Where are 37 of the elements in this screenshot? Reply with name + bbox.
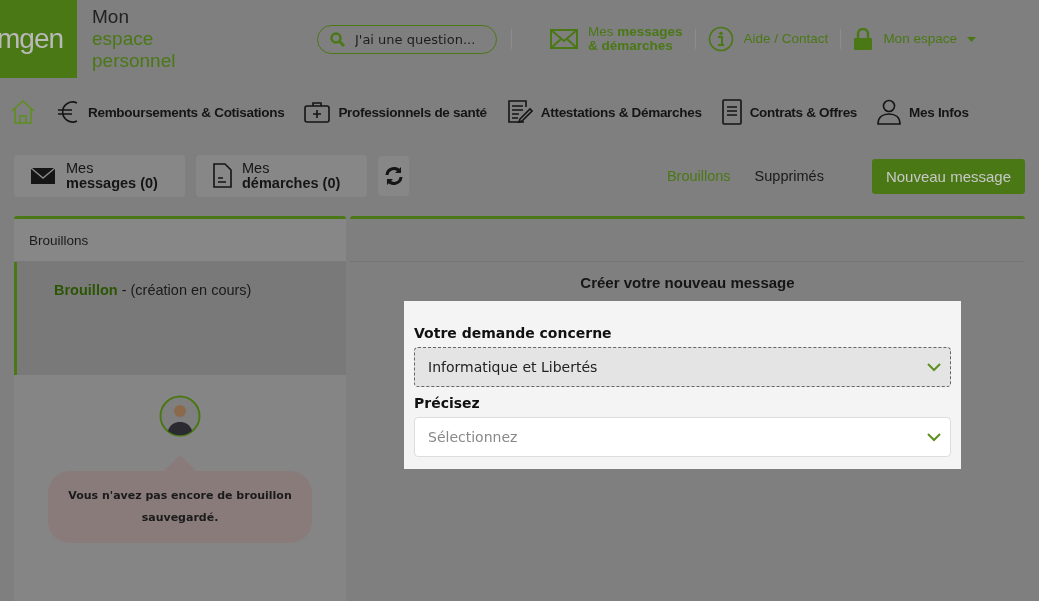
empty-drafts-message: Vous n'avez pas encore de brouillon sauvegardé. bbox=[48, 471, 312, 543]
document-edit-icon bbox=[506, 99, 533, 125]
user-icon bbox=[877, 99, 902, 125]
search-field[interactable]: J'ai une question... bbox=[353, 30, 482, 48]
select-field[interactable]: Sélectionnez bbox=[414, 417, 951, 457]
envelope-icon bbox=[550, 29, 578, 49]
search-icon bbox=[330, 31, 345, 47]
nav-item[interactable]: Professionnels de santé bbox=[304, 101, 487, 123]
mailbox-tab[interactable]: Mes messages (0) bbox=[14, 155, 185, 197]
nav-item[interactable]: Contrats & Offres bbox=[721, 99, 858, 125]
field-label: Votre demande concerne bbox=[414, 325, 613, 341]
select-field[interactable]: Informatique et Libertés bbox=[414, 347, 951, 387]
document-icon bbox=[721, 99, 742, 125]
site-title: personnel bbox=[92, 50, 177, 72]
envelope-icon bbox=[30, 167, 56, 185]
euro-icon bbox=[56, 99, 80, 125]
avatar-icon bbox=[159, 395, 201, 437]
refresh-icon bbox=[383, 166, 404, 186]
field-label: Précisez bbox=[414, 395, 481, 411]
medical-kit-icon bbox=[304, 101, 331, 123]
home-icon bbox=[10, 99, 36, 125]
site-title: Mon bbox=[92, 6, 130, 28]
compose-title: Créer votre nouveau message bbox=[579, 274, 796, 291]
chevron-down-icon bbox=[927, 362, 941, 372]
nav-item[interactable]: Remboursements & Cotisations bbox=[56, 99, 285, 125]
lock-icon bbox=[853, 28, 874, 50]
info-icon bbox=[707, 26, 734, 52]
site-title: espace bbox=[92, 28, 155, 50]
nav-item[interactable]: Mes Infos bbox=[877, 99, 969, 125]
chevron-down-icon bbox=[927, 432, 941, 442]
nav-item[interactable]: Attestations & Démarches bbox=[506, 99, 702, 125]
file-icon bbox=[212, 163, 232, 189]
refresh-button[interactable] bbox=[378, 156, 409, 196]
folder-filter-link[interactable]: Supprimés bbox=[754, 168, 824, 184]
new-message-button[interactable]: Nouveau message bbox=[871, 158, 1025, 194]
draft-item[interactable]: Brouillon - (création en cours) bbox=[14, 262, 346, 375]
mailbox-tab[interactable]: Mes démarches (0) bbox=[196, 155, 367, 197]
